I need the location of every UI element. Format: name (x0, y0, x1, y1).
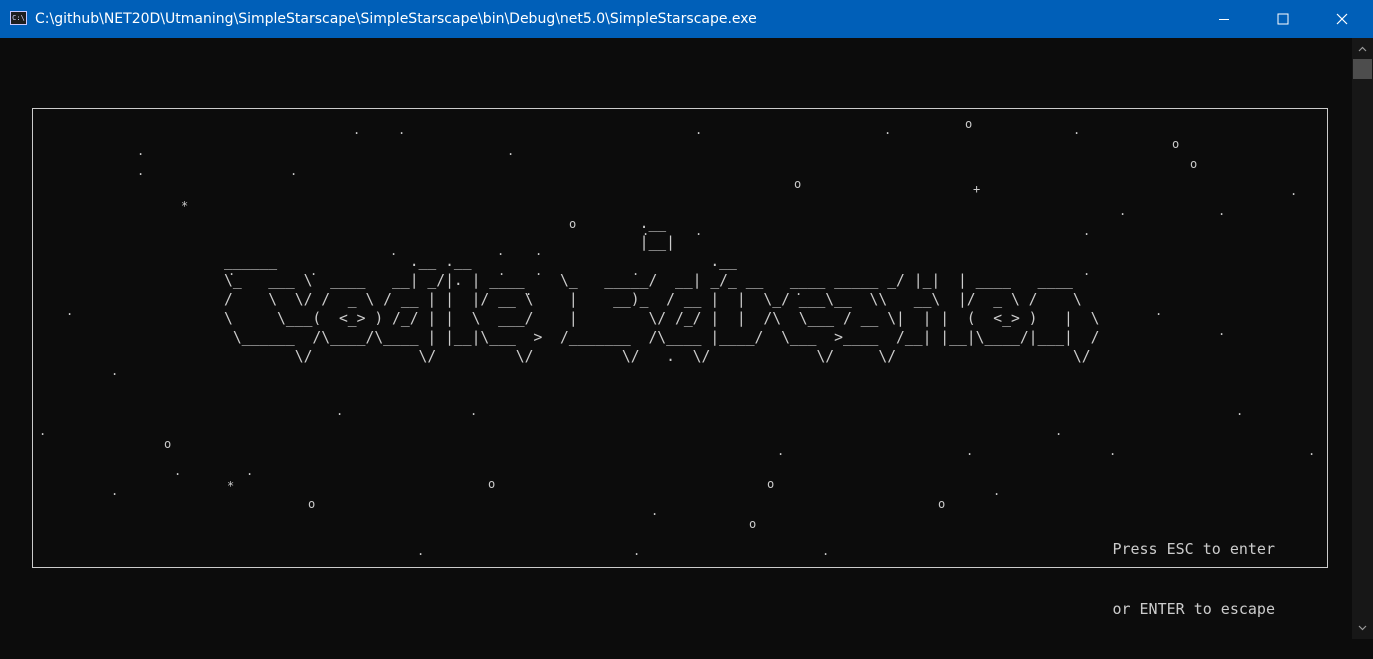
star: . (1236, 404, 1244, 418)
star: . (1119, 204, 1127, 218)
ascii-logo-line: |__| (224, 234, 675, 251)
star: o (1172, 137, 1180, 151)
star: . (111, 484, 119, 498)
star: o (1190, 157, 1198, 171)
instructions-line-2: or ENTER to escape (1112, 600, 1275, 618)
star: . (290, 164, 298, 178)
star: . (1055, 424, 1063, 438)
close-button[interactable] (1319, 0, 1365, 38)
ascii-logo-line: / \ \/ / _ \ / __ | | |/ __ \ | __)_ / _… (224, 291, 1082, 308)
star: o (938, 497, 946, 511)
vertical-scrollbar[interactable] (1352, 38, 1373, 639)
ascii-logo: .__ |__| ______ .__ .__ .__ \_ ___ \ ____ … (224, 214, 1099, 366)
star: . (884, 123, 892, 137)
star: . (398, 123, 406, 137)
star: . (1218, 324, 1226, 338)
chevron-up-icon (1358, 46, 1367, 52)
star: . (353, 123, 361, 137)
star: . (1155, 304, 1163, 318)
star: o (794, 177, 802, 191)
close-icon (1336, 13, 1348, 25)
star: . (174, 464, 182, 478)
star: . (470, 404, 478, 418)
star: . (1290, 184, 1298, 198)
star: o (965, 117, 973, 131)
minimize-icon (1219, 19, 1229, 20)
cmd-icon: C:\ (10, 11, 27, 25)
star: * (181, 199, 189, 213)
ascii-logo-line: \______ /\____/\____ | |__|\___ > /_____… (224, 329, 1100, 346)
star: o (767, 477, 775, 491)
star: . (1073, 123, 1081, 137)
star: . (633, 544, 641, 558)
star: o (164, 437, 172, 451)
ascii-logo-line: ______ .__ .__ .__ (224, 253, 737, 270)
maximize-button[interactable] (1260, 0, 1306, 38)
ascii-logo-line: \_ ___ \ ____ __| _/|. | ____ \_ _____/ … (224, 272, 1073, 289)
ascii-logo-line: .__ (224, 215, 667, 232)
minimize-button[interactable] (1201, 0, 1247, 38)
ascii-logo-line: \ \___( <_> ) /_/ | | \ ___/ | \/ /_/ | … (224, 310, 1100, 327)
star: . (993, 484, 1001, 498)
star: . (1218, 204, 1226, 218)
scroll-up-button[interactable] (1352, 40, 1373, 58)
star: + (973, 182, 981, 196)
star: . (651, 504, 659, 518)
star: . (695, 123, 703, 137)
window-title: C:\github\NET20D\Utmaning\SimpleStarscap… (35, 11, 757, 27)
star: . (111, 364, 119, 378)
star: * (227, 479, 235, 493)
star: o (749, 517, 757, 531)
star: . (507, 144, 515, 158)
instructions-text: Press ESC to enter or ENTER to escape (1112, 499, 1275, 659)
maximize-icon (1277, 13, 1289, 25)
star: o (488, 477, 496, 491)
scroll-down-button[interactable] (1352, 619, 1373, 637)
console-output[interactable]: . . . . o . . . o . . o o + . * . . o . … (0, 38, 1352, 639)
ascii-logo-line: \/ \/ \/ \/ . \/ \/ \/ \/ (224, 348, 1091, 365)
star: . (1308, 444, 1316, 458)
star: . (39, 424, 47, 438)
scroll-thumb[interactable] (1353, 59, 1372, 79)
star: . (777, 444, 785, 458)
star: . (966, 444, 974, 458)
instructions-line-1: Press ESC to enter (1112, 540, 1275, 558)
chevron-down-icon (1358, 625, 1367, 631)
star: . (137, 164, 145, 178)
star: . (336, 404, 344, 418)
title-bar[interactable]: C:\ C:\github\NET20D\Utmaning\SimpleStar… (0, 0, 1373, 38)
star: . (137, 144, 145, 158)
star: . (246, 464, 254, 478)
star: o (308, 497, 316, 511)
star: . (66, 304, 74, 318)
star: . (417, 544, 425, 558)
star: . (822, 544, 830, 558)
star: . (1109, 444, 1117, 458)
